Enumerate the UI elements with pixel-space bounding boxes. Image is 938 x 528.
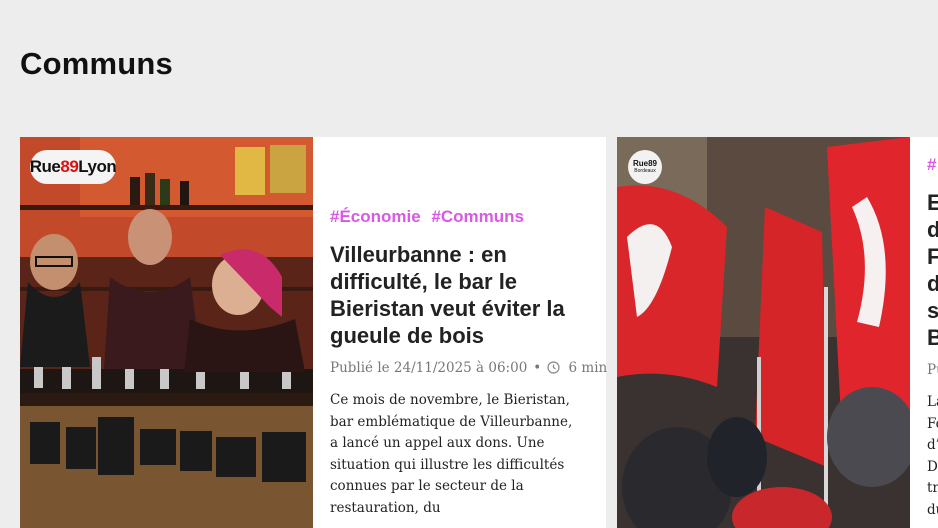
article-tags: # <box>927 155 938 175</box>
read-time: 6 min <box>568 360 608 376</box>
article-excerpt: Ce mois de novembre, le Bieristan, bar e… <box>330 392 573 516</box>
article-content: #Économie #Communs Villeurbanne : en dif… <box>330 137 608 528</box>
article-meta: Publié le 24/11/2025 à 06:00 • 6 min <box>330 360 608 376</box>
clock-icon <box>547 361 560 374</box>
publish-date: Pu <box>927 362 938 378</box>
tag-link[interactable]: #Économie <box>330 207 421 226</box>
article-excerpt: La Fo d’i D tr du <box>927 394 938 518</box>
article-content: # E d F d s B Pu La Fo d’i D tr du <box>927 137 938 528</box>
bar-photo <box>20 137 313 528</box>
article-tags: #Économie #Communs <box>330 207 606 227</box>
rue89-bordeaux-logo: Rue89 Bordeaux <box>628 150 662 184</box>
tag-link[interactable]: #Communs <box>431 207 524 226</box>
protest-photo <box>617 137 910 528</box>
section-title: Communs <box>20 46 173 81</box>
publish-date: Publié le 24/11/2025 à 06:00 <box>330 360 528 376</box>
article-card[interactable]: Rue 89 Lyon #Économie #Communs Villeurbann… <box>20 137 608 528</box>
tag-link[interactable]: # <box>927 155 936 174</box>
article-thumbnail[interactable]: Rue 89 Lyon <box>20 137 313 528</box>
article-title[interactable]: E d F d s B <box>927 189 938 351</box>
meta-separator: • <box>533 360 542 376</box>
article-title[interactable]: Villeurbanne : en difficulté, le bar le … <box>330 241 592 349</box>
article-card[interactable]: Rue89 Bordeaux # E d F d s B Pu La Fo d’… <box>617 137 938 528</box>
article-thumbnail[interactable]: Rue89 Bordeaux <box>617 137 910 528</box>
rue89-lyon-logo: Rue 89 Lyon <box>30 150 117 184</box>
